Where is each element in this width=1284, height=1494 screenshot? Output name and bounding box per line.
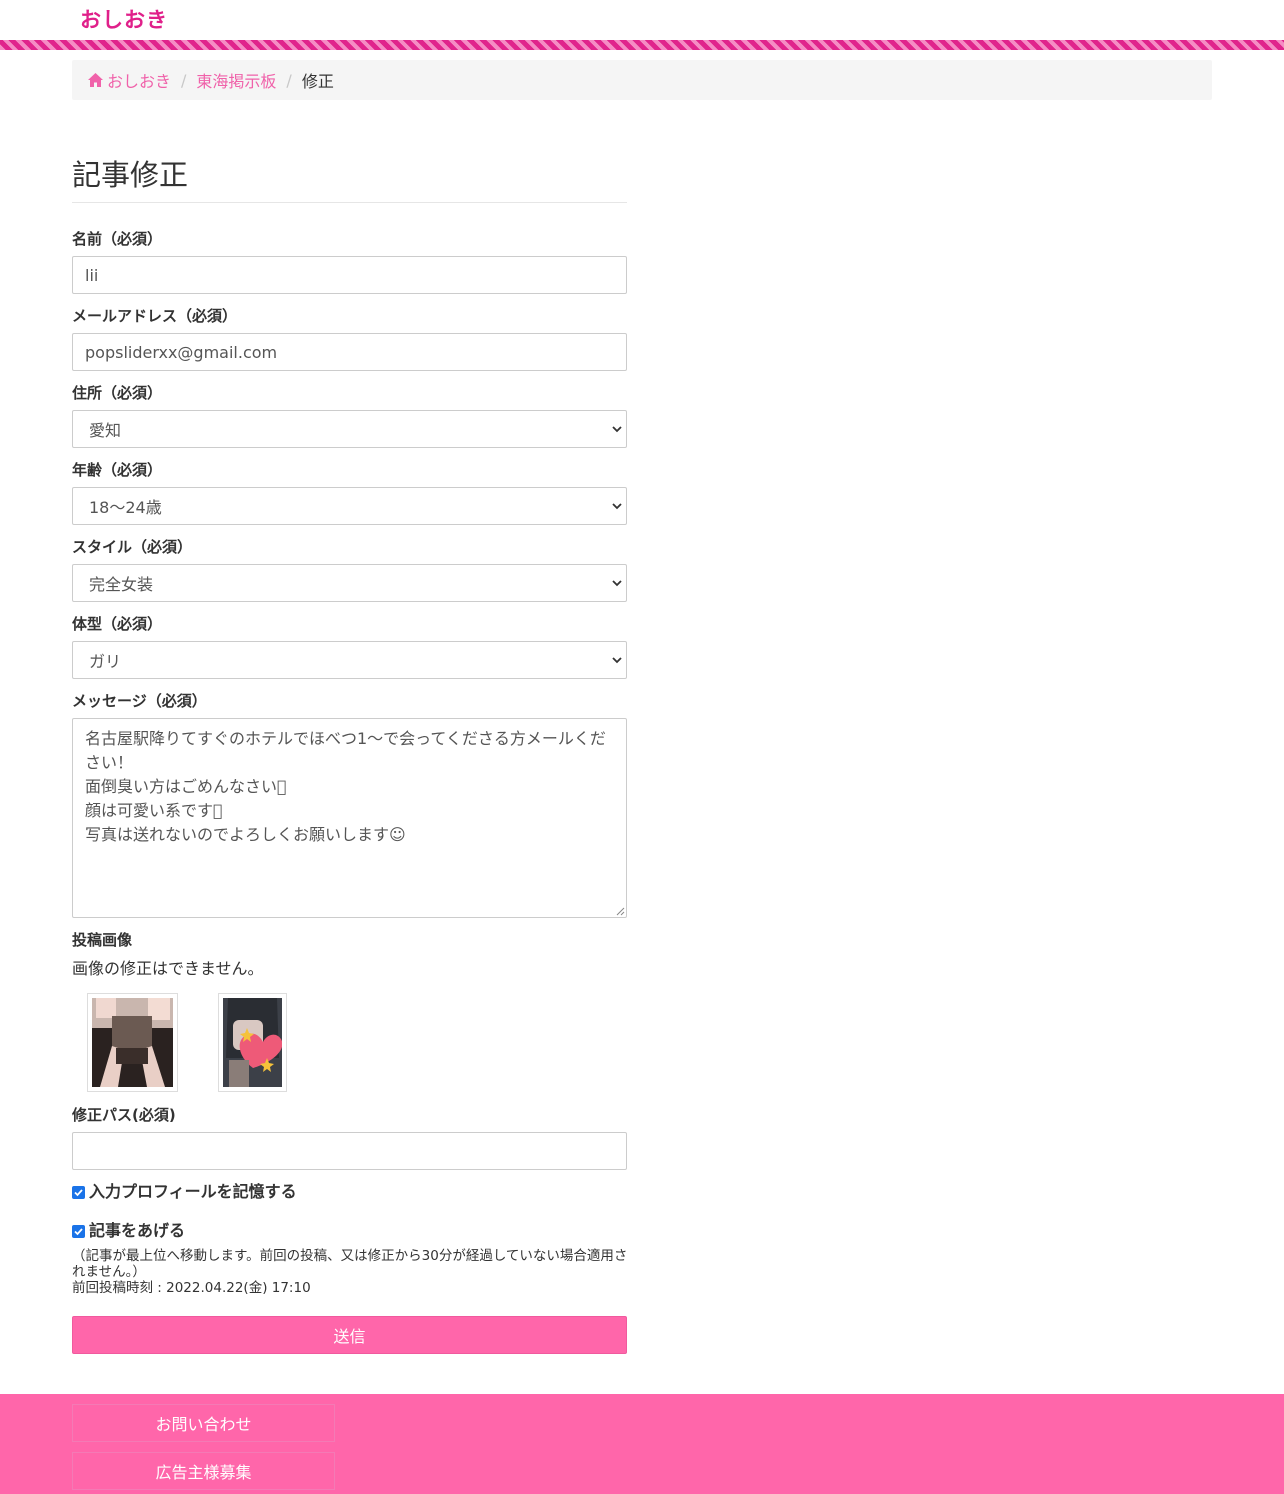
address-label: 住所（必須） [72, 384, 163, 402]
checkmark-icon [74, 1188, 83, 1196]
edit-pass-label: 修正パス(必須) [72, 1106, 176, 1124]
bump-post-note: （記事が最上位へ移動します。前回の投稿、又は修正から30分が経過していない場合適… [72, 1248, 632, 1296]
edit-pass-field[interactable] [72, 1132, 627, 1170]
name-label: 名前（必須） [72, 230, 163, 248]
address-selected-value: 愛知 [89, 421, 122, 440]
breadcrumb-home-label: おしおき [107, 72, 172, 91]
top-bar: おしおき [0, 0, 1284, 40]
bump-post-row[interactable]: 記事をあげる [72, 1220, 185, 1242]
images-label: 投稿画像 [72, 931, 133, 949]
home-icon [88, 73, 103, 87]
address-select[interactable]: 愛知 [72, 410, 627, 448]
post-image-photo [92, 998, 173, 1087]
name-field[interactable] [72, 256, 627, 294]
body-type-selected-value: ガリ [89, 652, 122, 671]
remember-profile-checkbox[interactable] [72, 1185, 85, 1199]
bump-post-checkbox[interactable] [72, 1224, 85, 1238]
post-image-thumbnail[interactable] [87, 993, 178, 1092]
breadcrumb-separator: / [181, 70, 187, 90]
breadcrumb-current: 修正 [301, 72, 334, 91]
age-select[interactable]: 18〜24歳 [72, 487, 627, 525]
body-type-select[interactable]: ガリ [72, 641, 627, 679]
remember-profile-row[interactable]: 入力プロフィールを記憶する [72, 1181, 297, 1203]
header-stripe [0, 40, 1284, 50]
chevron-down-icon [612, 580, 622, 587]
body-type-label: 体型（必須） [72, 615, 163, 633]
email-label: メールアドレス（必須） [72, 307, 238, 325]
chevron-down-icon [612, 426, 622, 433]
chevron-down-icon [612, 657, 622, 664]
advertisers-button[interactable]: 広告主様募集 [72, 1452, 335, 1490]
checkmark-icon [74, 1227, 83, 1235]
remember-profile-label[interactable]: 入力プロフィールを記憶する [89, 1181, 297, 1203]
breadcrumb-home-link[interactable]: おしおき [87, 68, 171, 92]
submit-button[interactable]: 送信 [72, 1316, 627, 1354]
page-title: 記事修正 [72, 158, 189, 192]
message-text: 名古屋駅降りてすぐのホテルでほべつ1〜で会ってくださる方メールください！ 面倒臭… [85, 729, 606, 844]
chevron-down-icon [612, 503, 622, 510]
last-post-time: 前回投稿時刻 : 2022.04.22(金) 17:10 [72, 1280, 311, 1296]
title-divider [72, 202, 627, 203]
style-select[interactable]: 完全女装 [72, 564, 627, 602]
message-label: メッセージ（必須） [72, 692, 207, 710]
bump-post-label[interactable]: 記事をあげる [89, 1220, 185, 1242]
breadcrumb: おしおき / 東海掲示板 / 修正 [72, 60, 1212, 100]
post-image-thumbnail[interactable] [218, 993, 287, 1092]
contact-button[interactable]: お問い合わせ [72, 1404, 335, 1442]
resize-handle-icon[interactable] [615, 906, 625, 916]
email-field[interactable] [72, 333, 627, 371]
age-selected-value: 18〜24歳 [89, 498, 162, 517]
images-note: 画像の修正はできません。 [72, 959, 264, 978]
message-textarea[interactable]: 名古屋駅降りてすぐのホテルでほべつ1〜で会ってくださる方メールください！ 面倒臭… [72, 718, 627, 918]
footer: お問い合わせ 広告主様募集 [0, 1394, 1284, 1494]
age-label: 年齢（必須） [72, 461, 163, 479]
bump-post-explanation: （記事が最上位へ移動します。前回の投稿、又は修正から30分が経過していない場合適… [72, 1248, 628, 1280]
breadcrumb-separator: / [286, 70, 292, 90]
post-image-photo [223, 998, 283, 1087]
style-label: スタイル（必須） [72, 538, 193, 556]
site-logo[interactable]: おしおき [80, 6, 168, 34]
breadcrumb-board-link[interactable]: 東海掲示板 [196, 68, 276, 92]
style-selected-value: 完全女装 [89, 575, 154, 594]
